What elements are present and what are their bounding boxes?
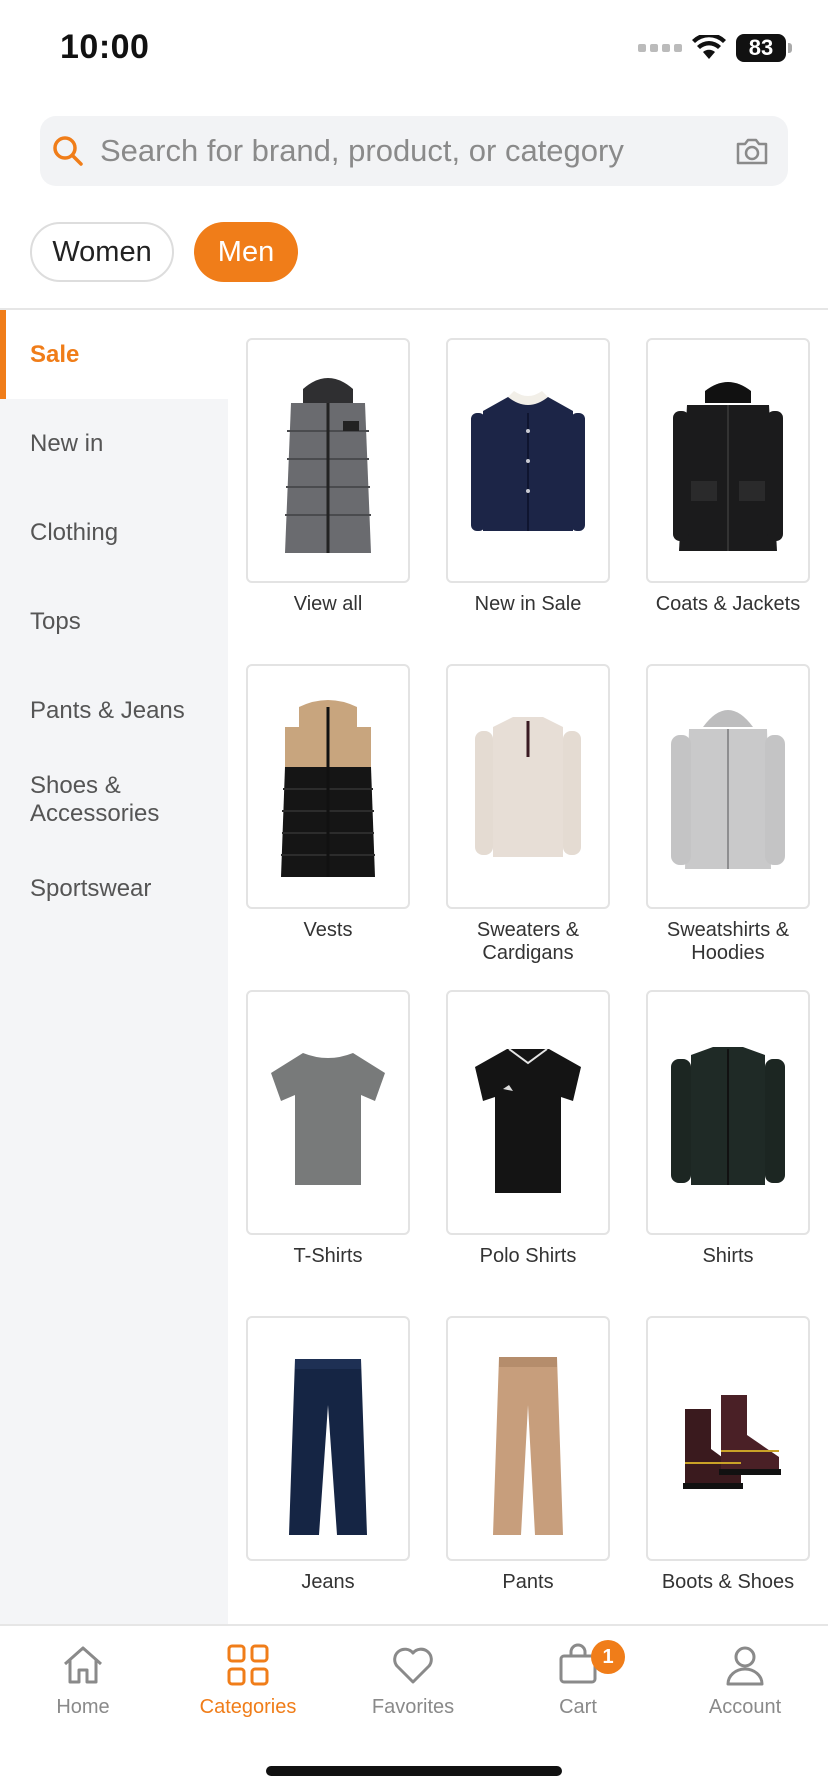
polo-shirt-icon bbox=[475, 1047, 581, 1193]
category-sidebar: Sale New in Clothing Tops Pants & Jeans … bbox=[0, 310, 228, 1624]
category-label: New in Sale bbox=[474, 593, 582, 615]
cart-count-badge: 1 bbox=[591, 1640, 625, 1674]
category-tile-sweatshirts-hoodies[interactable]: Sweatshirts & Hoodies bbox=[646, 664, 810, 990]
sidebar-item-label: Pants & Jeans bbox=[30, 696, 185, 724]
tab-cart[interactable]: 1 Cart bbox=[513, 1640, 643, 1719]
category-tile-sweaters-cardigans[interactable]: Sweaters & Cardigans bbox=[446, 664, 610, 990]
hoodie-icon bbox=[671, 709, 785, 869]
tab-favorites[interactable]: Favorites bbox=[348, 1642, 478, 1719]
category-image bbox=[646, 990, 810, 1235]
category-image bbox=[646, 338, 810, 583]
sidebar-item-label: Clothing bbox=[30, 518, 119, 546]
sidebar-item-sale[interactable]: Sale bbox=[0, 310, 228, 399]
wifi-icon bbox=[692, 35, 726, 59]
home-icon bbox=[64, 1646, 102, 1684]
men-tab[interactable]: Men bbox=[194, 222, 298, 282]
category-label: T-Shirts bbox=[293, 1245, 363, 1267]
sidebar-item-label: Shoes & Accessories bbox=[30, 771, 160, 827]
search-input[interactable] bbox=[100, 116, 740, 186]
category-image bbox=[646, 1316, 810, 1561]
gender-toggle: Women Men bbox=[30, 222, 298, 282]
category-image bbox=[246, 338, 410, 583]
denim-jacket-icon bbox=[471, 390, 585, 531]
category-tile-coats-jackets[interactable]: Coats & Jackets bbox=[646, 338, 810, 664]
sidebar-item-tops[interactable]: Tops bbox=[0, 577, 228, 666]
category-image bbox=[246, 664, 410, 909]
category-label: View all bbox=[293, 593, 363, 615]
camera-icon[interactable] bbox=[734, 133, 770, 169]
category-label: Pants bbox=[502, 1571, 554, 1593]
category-tile-boots-shoes[interactable]: Boots & Shoes bbox=[646, 1316, 810, 1642]
category-image bbox=[246, 990, 410, 1235]
sidebar-item-new-in[interactable]: New in bbox=[0, 399, 228, 488]
battery-icon: 83 bbox=[736, 34, 792, 62]
tab-categories[interactable]: Categories bbox=[183, 1642, 313, 1719]
category-label: Polo Shirts bbox=[479, 1245, 577, 1267]
tab-categories-label: Categories bbox=[199, 1696, 297, 1718]
tab-home[interactable]: Home bbox=[18, 1642, 148, 1719]
sidebar-item-label: New in bbox=[30, 429, 104, 457]
shirt-icon bbox=[671, 1046, 785, 1185]
category-tile-shirts[interactable]: Shirts bbox=[646, 990, 810, 1316]
search-icon bbox=[53, 136, 83, 166]
grid-icon bbox=[227, 1644, 269, 1686]
tshirt-icon bbox=[271, 1052, 385, 1185]
category-tile-t-shirts[interactable]: T-Shirts bbox=[246, 990, 410, 1316]
boots-icon bbox=[683, 1394, 781, 1489]
parka-icon bbox=[673, 381, 783, 551]
sidebar-item-clothing[interactable]: Clothing bbox=[0, 488, 228, 577]
subcategory-grid: View all New in Sale Coats & Jackets Ves… bbox=[246, 338, 810, 1642]
search-bar[interactable] bbox=[40, 116, 788, 186]
category-tile-jeans[interactable]: Jeans bbox=[246, 1316, 410, 1642]
tab-home-label: Home bbox=[56, 1696, 110, 1718]
category-tile-new-in-sale[interactable]: New in Sale bbox=[446, 338, 610, 664]
puffer-vest-icon bbox=[281, 699, 375, 877]
category-image bbox=[446, 1316, 610, 1561]
cellular-signal-icon bbox=[638, 44, 682, 52]
category-label: Vests bbox=[303, 919, 353, 941]
category-label: Shirts bbox=[702, 1245, 754, 1267]
tab-favorites-label: Favorites bbox=[371, 1696, 455, 1718]
category-image bbox=[246, 1316, 410, 1561]
category-image bbox=[446, 338, 610, 583]
category-tile-view-all[interactable]: View all bbox=[246, 338, 410, 664]
category-label: Jeans bbox=[301, 1571, 355, 1593]
chinos-icon bbox=[493, 1356, 563, 1535]
category-label: Sweaters & Cardigans bbox=[476, 919, 580, 964]
women-tab[interactable]: Women bbox=[30, 222, 174, 282]
category-tile-polo-shirts[interactable]: Polo Shirts bbox=[446, 990, 610, 1316]
puffer-jacket-icon bbox=[285, 377, 371, 553]
tab-account[interactable]: Account bbox=[680, 1642, 810, 1719]
category-label: Coats & Jackets bbox=[655, 593, 801, 615]
category-image bbox=[446, 990, 610, 1235]
tab-account-label: Account bbox=[708, 1696, 782, 1718]
sweater-icon bbox=[475, 716, 581, 857]
category-image bbox=[646, 664, 810, 909]
category-tile-vests[interactable]: Vests bbox=[246, 664, 410, 990]
status-bar: 10:00 83 bbox=[0, 0, 828, 100]
sidebar-item-label: Sale bbox=[30, 340, 80, 368]
sidebar-item-label: Tops bbox=[30, 607, 81, 635]
home-indicator[interactable] bbox=[266, 1766, 562, 1776]
status-indicators: 83 bbox=[638, 34, 792, 62]
sidebar-item-pants-jeans[interactable]: Pants & Jeans bbox=[0, 666, 228, 755]
battery-level: 83 bbox=[736, 34, 786, 62]
category-tile-pants[interactable]: Pants bbox=[446, 1316, 610, 1642]
heart-icon bbox=[393, 1647, 433, 1684]
sidebar-item-shoes-accessories[interactable]: Shoes & Accessories bbox=[0, 755, 228, 844]
tab-cart-label: Cart bbox=[559, 1696, 597, 1718]
status-time: 10:00 bbox=[60, 28, 150, 66]
category-label: Sweatshirts & Hoodies bbox=[666, 919, 790, 964]
sidebar-item-sportswear[interactable]: Sportswear bbox=[0, 844, 228, 933]
jeans-icon bbox=[289, 1358, 367, 1535]
category-image bbox=[446, 664, 610, 909]
user-icon bbox=[726, 1646, 764, 1686]
sidebar-item-label: Sportswear bbox=[30, 874, 152, 902]
category-label: Boots & Shoes bbox=[661, 1571, 795, 1593]
